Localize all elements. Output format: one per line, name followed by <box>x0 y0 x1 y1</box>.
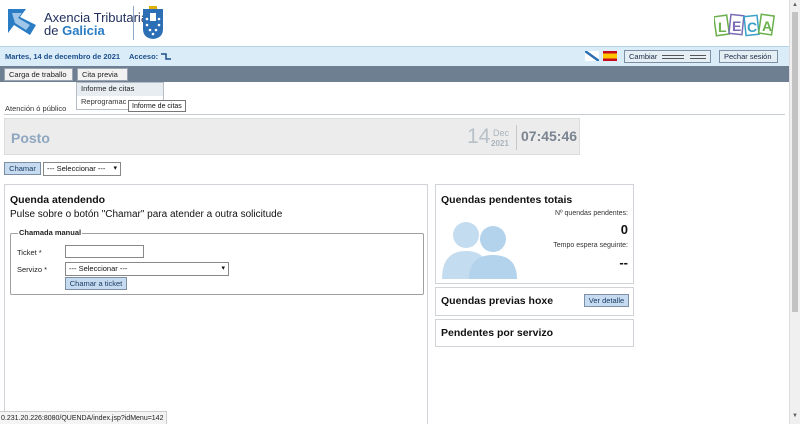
call-ticket-button[interactable]: Chamar a ticket <box>65 277 127 290</box>
svg-text:A: A <box>762 18 772 34</box>
scroll-down-icon[interactable]: ▼ <box>792 413 798 419</box>
pending-count-value: 0 <box>620 222 628 237</box>
posto-year: 2021 <box>491 139 509 148</box>
pending-total-panel: Quendas pendentes totais Nº quendas pend… <box>435 184 634 284</box>
current-queue-subtitle: Pulse sobre o botón "Chamar" para atende… <box>10 209 283 220</box>
current-queue-panel: Quenda atendendo Pulse sobre o botón "Ch… <box>4 184 428 424</box>
header: Axencia Tributaria de Galicia L E C A <box>0 0 789 46</box>
org-name-prefix: de <box>44 23 63 38</box>
logout-button[interactable]: Pechar sesión <box>719 50 778 63</box>
vertical-scrollbar[interactable]: ▲ ▼ <box>789 0 800 424</box>
chevron-down-icon: ▾ <box>221 265 225 272</box>
menu-item-cita-previa[interactable]: Cita previa » <box>77 68 128 90</box>
previas-panel: Quendas previas hoxe Ver detalle <box>435 287 634 316</box>
people-icon <box>442 222 517 279</box>
menu-bar: Carga de traballo Cita previa » <box>0 66 789 90</box>
posto-divider <box>516 125 517 150</box>
posto-day: 14 <box>467 125 491 148</box>
access-icon <box>161 53 171 60</box>
current-date: Martes, 14 de decembro de 2021 <box>5 52 121 61</box>
by-service-panel: Pendentes por servizo <box>435 319 634 347</box>
menu-item-carga[interactable]: Carga de traballo <box>4 68 73 81</box>
svg-text:C: C <box>747 19 757 35</box>
section-title: Atención ó público <box>5 104 67 113</box>
svg-text:L: L <box>718 19 727 35</box>
posto-panel: Posto 14 Dec 2021 07:45:46 <box>4 118 580 155</box>
call-select[interactable]: --- Seleccionar --- ▾ <box>43 162 121 176</box>
scroll-up-icon[interactable]: ▲ <box>792 2 798 8</box>
tooltip: Informe de citas <box>128 100 186 112</box>
servizo-select-value: --- Seleccionar --- <box>69 264 128 273</box>
change-role-extra <box>689 55 706 60</box>
posto-label: Posto <box>11 130 50 146</box>
ticket-label: Ticket * <box>17 248 42 257</box>
svg-text:E: E <box>732 18 741 34</box>
status-bar-url: 0.231.20.226:8080/QUENDA/index.jsp?idMen… <box>0 411 168 424</box>
pending-total-title: Quendas pendentes totais <box>441 194 573 206</box>
posto-time: 07:45:46 <box>521 128 578 144</box>
dropdown-item-informe[interactable]: Informe de citas <box>77 83 163 96</box>
org-name-galicia: Galicia <box>62 23 105 38</box>
by-service-title: Pendentes por servizo <box>441 327 554 339</box>
current-queue-title: Quenda atendendo <box>10 194 106 206</box>
wait-time-label: Tempo espera seguinte: <box>553 242 628 249</box>
posto-month: Dec <box>493 128 510 138</box>
ticket-input[interactable] <box>65 245 144 258</box>
manual-call-fieldset: Chamada manual Ticket * Servizo * --- Se… <box>10 228 424 295</box>
wait-time-value: -- <box>619 255 628 270</box>
section-divider <box>4 114 785 115</box>
change-role-label: Cambiar <box>629 52 658 61</box>
manual-call-legend: Chamada manual <box>18 228 83 237</box>
change-role-value <box>662 55 685 60</box>
servizo-label: Servizo * <box>17 265 48 274</box>
chevron-down-icon: ▾ <box>113 165 117 172</box>
atriga-logo-icon <box>8 9 36 35</box>
pending-count-label: Nº quendas pendentes: <box>554 210 628 217</box>
coat-of-arms-icon <box>143 6 163 39</box>
call-select-value: --- Seleccionar --- <box>47 164 106 173</box>
call-button[interactable]: Chamar <box>4 162 41 175</box>
access-label: Acceso: <box>129 52 159 61</box>
ver-detalle-button[interactable]: Ver detalle <box>584 294 629 307</box>
change-role-button[interactable]: Cambiar <box>624 50 711 63</box>
spanish-flag-icon[interactable] <box>603 51 617 61</box>
servizo-select[interactable]: --- Seleccionar --- ▾ <box>65 262 229 276</box>
logo-divider <box>133 6 134 40</box>
previas-title: Quendas previas hoxe <box>441 295 554 307</box>
scrollbar-thumb[interactable] <box>792 12 798 312</box>
galician-flag-icon[interactable] <box>585 51 599 61</box>
leca-logo-icon: L E C A <box>714 13 776 37</box>
info-bar: Martes, 14 de decembro de 2021 Acceso: C… <box>0 46 789 66</box>
